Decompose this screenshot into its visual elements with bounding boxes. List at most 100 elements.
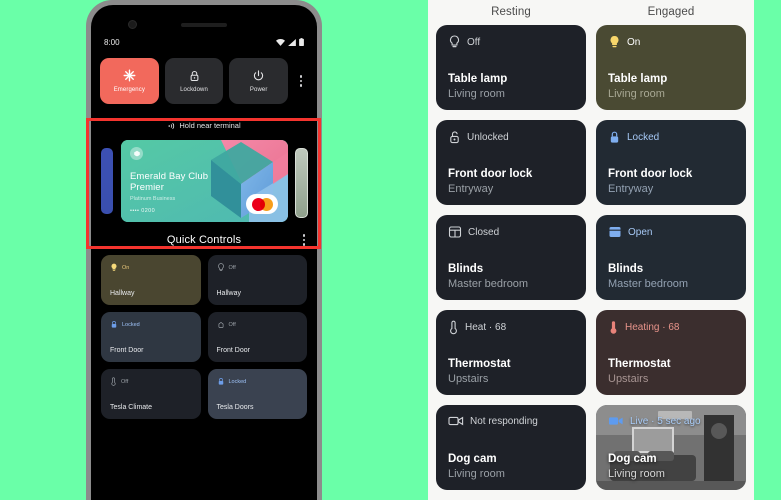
state-status: On (627, 37, 641, 48)
state-card-lamp-engaged[interactable]: On Table lamp Living room (596, 25, 746, 110)
tile-name: Front Door (110, 347, 144, 354)
tile-status: Locked (228, 378, 247, 385)
state-card-thermostat-engaged[interactable]: Heating · 68 Thermostat Upstairs (596, 310, 746, 395)
lock-open-icon (450, 131, 459, 144)
status-bar-clock: 8:00 (104, 37, 120, 47)
lightbulb-icon (111, 263, 117, 271)
lock-icon (111, 321, 117, 328)
camera-filled-icon (609, 417, 623, 425)
state-device-name: Thermostat (448, 358, 511, 370)
tile-status: Off (228, 321, 236, 328)
state-card-thermostat-resting[interactable]: Heat · 68 Thermostat Upstairs (436, 310, 586, 395)
state-room: Master bedroom (608, 278, 689, 290)
state-status: Open (628, 226, 653, 238)
state-device-name: Table lamp (448, 73, 508, 85)
blinds-closed-icon (448, 226, 462, 238)
lock-closed-icon (610, 131, 619, 143)
state-device-name: Thermostat (608, 358, 671, 370)
cellular-signal-icon (288, 38, 296, 46)
column-header-engaged: Engaged (647, 6, 695, 18)
quick-tile-tesla-climate-off[interactable]: Off Tesla Climate (101, 369, 201, 419)
quick-tile-tesla-doors-locked[interactable]: Locked Tesla Doors (207, 369, 307, 419)
lockdown-button[interactable]: Lockdown (164, 58, 224, 104)
emergency-label: Emergency (113, 87, 145, 93)
quick-controls-grid: On Hallway Off Hallway Locked Front Door… (101, 255, 307, 419)
state-card-camera-resting[interactable]: Not responding Dog cam Living room (436, 405, 586, 490)
wallet-active-card[interactable]: Emerald Bay Club Premier Platinum Busine… (121, 140, 288, 222)
state-room: Entryway (448, 183, 494, 195)
state-card-camera-engaged[interactable]: Live · 5 sec ago Dog cam Living room (596, 405, 746, 490)
wallet-section: Hold near terminal Emerald Bay Club Prem… (91, 113, 317, 224)
phone-notch (91, 5, 317, 33)
phone-mockup-panel: 8:00 Emergency Lockdown Power Hold near … (0, 0, 418, 500)
state-grid: Off Table lamp Living room On Table lamp… (436, 25, 746, 490)
phone-screen: 8:00 Emergency Lockdown Power Hold near … (91, 5, 317, 500)
nfc-hint: Hold near terminal (91, 121, 317, 130)
power-icon (254, 69, 264, 80)
nfc-icon (168, 122, 175, 129)
state-device-name: Blinds (608, 263, 644, 275)
state-room: Living room (448, 88, 505, 100)
state-comparison-panel: Resting Engaged Off Table lamp Living ro… (428, 0, 754, 500)
thermometer-outline-icon (450, 320, 457, 335)
wallet-card-carousel[interactable]: Emerald Bay Club Premier Platinum Busine… (91, 138, 317, 224)
kebab-menu-icon (299, 75, 303, 87)
quick-controls-title: Quick Controls (166, 234, 242, 246)
quick-tile-front-door-off[interactable]: Off Front Door (207, 312, 307, 362)
quick-tile-hallway-light-off[interactable]: Off Hallway (207, 255, 307, 305)
state-room: Living room (608, 88, 665, 100)
state-card-lock-resting[interactable]: Unlocked Front door lock Entryway (436, 120, 586, 205)
tile-status: On (122, 264, 130, 271)
quick-tile-front-door-locked[interactable]: Locked Front Door (101, 312, 201, 362)
state-card-blinds-engaged[interactable]: Open Blinds Master bedroom (596, 215, 746, 300)
quick-controls-header: Quick Controls (101, 234, 307, 246)
power-menu-overflow-button[interactable] (294, 58, 308, 104)
tile-status: Off (121, 378, 129, 385)
club-crest-icon (133, 150, 140, 156)
lightbulb-icon (217, 263, 224, 271)
quick-tile-hallway-light-on[interactable]: On Hallway (101, 255, 201, 305)
lightbulb-outline-icon (449, 35, 460, 48)
tile-status: Off (228, 264, 236, 271)
blinds-open-icon (609, 227, 621, 237)
state-status: Heat · 68 (465, 322, 507, 333)
tile-name: Hallway (216, 290, 242, 297)
state-room: Living room (448, 468, 505, 480)
tile-name: Tesla Doors (216, 404, 254, 411)
state-card-lock-engaged[interactable]: Locked Front door lock Entryway (596, 120, 746, 205)
battery-icon (299, 38, 304, 46)
power-button[interactable]: Power (229, 58, 289, 104)
card-issuer-logo (130, 147, 143, 160)
thermometer-filled-icon (610, 321, 617, 334)
state-room: Master bedroom (448, 278, 529, 290)
state-device-name: Dog cam (448, 453, 497, 465)
wallet-peek-card-left[interactable] (101, 148, 113, 214)
state-status: Closed (468, 226, 500, 238)
state-card-blinds-resting[interactable]: Closed Blinds Master bedroom (436, 215, 586, 300)
column-headers: Resting Engaged (436, 6, 746, 18)
quick-controls-overflow-button[interactable] (302, 234, 305, 246)
lock-icon (218, 378, 223, 385)
nfc-hint-label: Hold near terminal (179, 121, 241, 130)
mastercard-logo-icon (246, 194, 278, 214)
quick-controls-section: Quick Controls On Hallway Off Hallway Lo… (91, 224, 317, 419)
tile-name: Hallway (110, 290, 135, 297)
wallet-peek-card-right[interactable] (295, 148, 308, 218)
state-room: Upstairs (448, 373, 489, 385)
state-status: Heating · 68 (625, 322, 680, 333)
state-room: Upstairs (608, 373, 649, 385)
state-status: Not responding (470, 415, 538, 427)
camera-outline-icon (448, 416, 464, 426)
state-card-lamp-resting[interactable]: Off Table lamp Living room (436, 25, 586, 110)
tile-name: Front Door (216, 347, 250, 354)
state-device-name: Table lamp (608, 73, 668, 85)
card-number: •••• 0200 (130, 208, 156, 214)
state-status: Live · 5 sec ago (630, 415, 701, 427)
state-room: Entryway (608, 183, 654, 195)
card-title: Emerald Bay Club Premier (130, 171, 209, 193)
state-device-name: Front door lock (608, 168, 693, 180)
emergency-button[interactable]: Emergency (100, 58, 159, 104)
tile-name: Tesla Climate (110, 404, 153, 411)
earpiece-speaker (181, 23, 227, 27)
lock-icon (190, 70, 198, 81)
